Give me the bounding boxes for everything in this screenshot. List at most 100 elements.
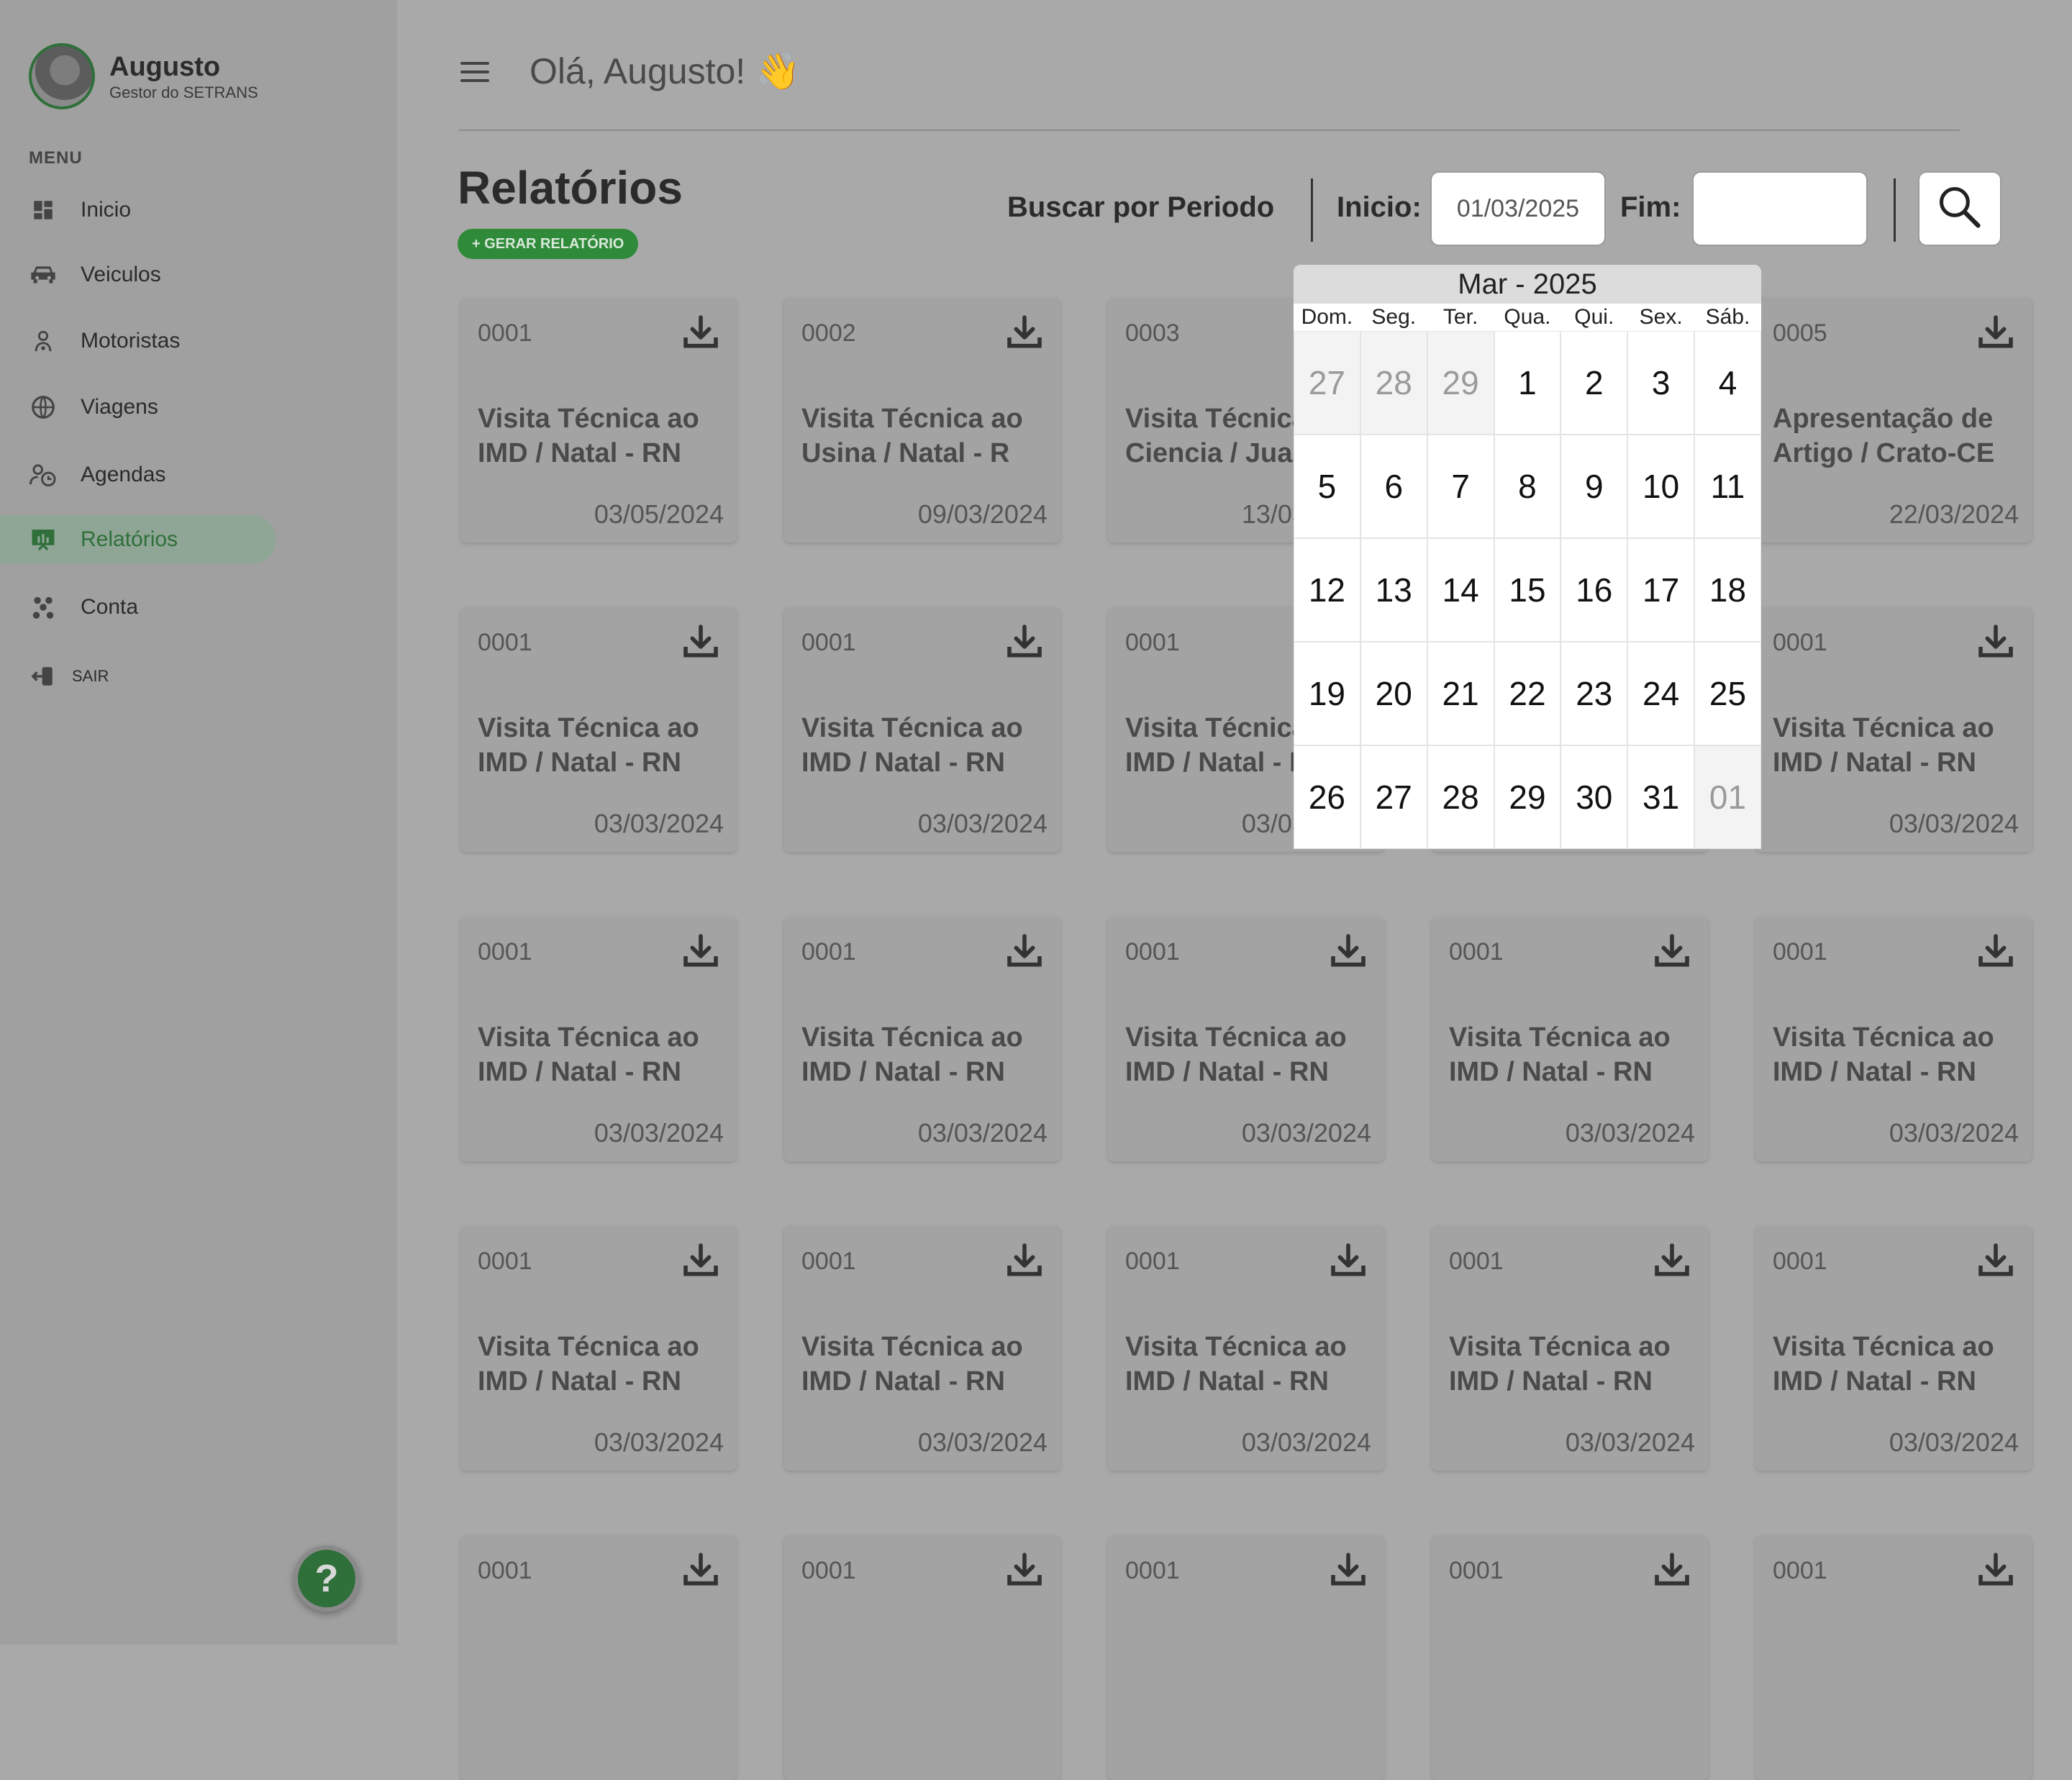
report-card[interactable]: 0001: [1755, 1535, 2032, 1780]
download-icon[interactable]: [1976, 1240, 2016, 1281]
nav-item-inicio[interactable]: Inicio: [0, 186, 276, 235]
report-card[interactable]: 0001 Visita Técnica ao IMD / Natal - RN 03…: [1108, 917, 1384, 1161]
download-icon[interactable]: [1976, 931, 2016, 971]
generate-report-button[interactable]: + GERAR RELATÓRIO: [458, 229, 639, 259]
report-card[interactable]: 0002 Visita Técnica ao Usina / Natal - R 0…: [784, 298, 1060, 542]
report-card[interactable]: 0001: [460, 1535, 737, 1780]
report-card[interactable]: 0001: [1432, 1535, 1708, 1780]
download-icon[interactable]: [1004, 1240, 1045, 1281]
download-icon[interactable]: [1976, 622, 2016, 662]
report-code: 0001: [1773, 1557, 1827, 1584]
calendar-day[interactable]: 21: [1427, 642, 1494, 745]
calendar-day[interactable]: 26: [1294, 745, 1360, 849]
download-icon[interactable]: [681, 1240, 721, 1281]
report-card[interactable]: 0001 Visita Técnica ao IMD / Natal - RN 03…: [784, 1226, 1060, 1471]
download-icon[interactable]: [681, 312, 721, 353]
download-icon[interactable]: [1004, 312, 1045, 353]
report-card[interactable]: 0005 Apresentação de Artigo / Crato-CE 22/…: [1755, 298, 2032, 542]
download-icon[interactable]: [1652, 1550, 1692, 1590]
report-code: 0003: [1125, 319, 1180, 347]
calendar-day[interactable]: 28: [1360, 331, 1427, 435]
calendar-day[interactable]: 29: [1494, 745, 1561, 849]
calendar-day[interactable]: 17: [1627, 538, 1695, 642]
nav-item-sair[interactable]: SAIR: [0, 652, 276, 701]
download-icon[interactable]: [681, 622, 721, 662]
calendar-day[interactable]: 10: [1627, 435, 1695, 538]
calendar-day[interactable]: 15: [1494, 538, 1561, 642]
calendar-day[interactable]: 22: [1494, 642, 1561, 745]
user-name: Augusto: [109, 52, 221, 82]
download-icon[interactable]: [1976, 312, 2016, 353]
calendar-day[interactable]: 28: [1427, 745, 1494, 849]
calendar-day[interactable]: 30: [1560, 745, 1628, 849]
nav-item-agendas[interactable]: Agendas: [0, 450, 276, 499]
calendar-day[interactable]: 13: [1360, 538, 1427, 642]
calendar-day[interactable]: 5: [1294, 435, 1360, 538]
report-card[interactable]: 0001 Visita Técnica ao IMD / Natal - RN 03…: [1755, 1226, 2032, 1471]
download-icon[interactable]: [681, 931, 721, 971]
download-icon[interactable]: [1004, 1550, 1045, 1590]
avatar[interactable]: [29, 43, 95, 109]
calendar-day[interactable]: 3: [1627, 331, 1695, 435]
report-card[interactable]: 0001 Visita Técnica ao IMD / Natal - RN 03…: [784, 607, 1060, 852]
calendar-day[interactable]: 31: [1627, 745, 1695, 849]
nav-item-viagens[interactable]: Viagens: [0, 383, 276, 432]
calendar-day[interactable]: 2: [1560, 331, 1628, 435]
report-card[interactable]: 0001 Visita Técnica ao IMD / Natal - RN 03…: [1108, 1226, 1384, 1471]
download-icon[interactable]: [1652, 931, 1692, 971]
calendar-day[interactable]: 01: [1694, 745, 1761, 849]
nav-item-conta[interactable]: Conta: [0, 583, 276, 632]
report-card[interactable]: 0001 Visita Técnica ao IMD / Natal - RN 03…: [1432, 917, 1708, 1161]
download-icon[interactable]: [1976, 1550, 2016, 1590]
end-date-input[interactable]: [1692, 171, 1868, 246]
calendar-day[interactable]: 23: [1560, 642, 1628, 745]
report-card[interactable]: 0001 Visita Técnica ao IMD / Natal - RN 03…: [1755, 917, 2032, 1161]
report-card[interactable]: 0001: [1108, 1535, 1384, 1780]
nav-item-motoristas[interactable]: Motoristas: [0, 317, 276, 365]
download-icon[interactable]: [1652, 1240, 1692, 1281]
calendar-day[interactable]: 29: [1427, 331, 1494, 435]
download-icon[interactable]: [1328, 1550, 1368, 1590]
calendar-day[interactable]: 18: [1694, 538, 1761, 642]
calendar-weekday: Qua.: [1504, 305, 1551, 329]
calendar-day[interactable]: 25: [1694, 642, 1761, 745]
calendar-day[interactable]: 16: [1560, 538, 1628, 642]
calendar-day[interactable]: 7: [1427, 435, 1494, 538]
report-title: Visita Técnica ao IMD / Natal - RN: [1125, 1332, 1347, 1397]
report-card[interactable]: 0001 Visita Técnica ao IMD / Natal - RN 03…: [784, 917, 1060, 1161]
calendar-day[interactable]: 12: [1294, 538, 1360, 642]
calendar-day[interactable]: 6: [1360, 435, 1427, 538]
report-code: 0001: [801, 938, 856, 966]
report-card[interactable]: 0001 Visita Técnica ao IMD / Natal - RN 03…: [460, 607, 737, 852]
search-button[interactable]: [1918, 171, 2001, 246]
start-date-input[interactable]: [1430, 171, 1606, 246]
calendar-day[interactable]: 8: [1494, 435, 1561, 538]
calendar-day[interactable]: 4: [1694, 331, 1761, 435]
report-card[interactable]: 0001 Visita Técnica ao IMD / Natal - RN 03…: [1432, 1226, 1708, 1471]
calendar-day[interactable]: 19: [1294, 642, 1360, 745]
date-picker-calendar[interactable]: Mar - 2025 Dom. Seg. Ter. Qua. Qui. Sex. Sáb. …: [1294, 265, 1761, 849]
report-card[interactable]: 0001 Visita Técnica ao IMD / Natal - RN 03…: [460, 298, 737, 542]
report-card[interactable]: 0001 Visita Técnica ao IMD / Natal - RN 03…: [460, 1226, 737, 1471]
calendar-day[interactable]: 1: [1494, 331, 1561, 435]
calendar-day[interactable]: 20: [1360, 642, 1427, 745]
report-card[interactable]: 0001 Visita Técnica ao IMD / Natal - RN 03…: [1755, 607, 2032, 852]
download-icon[interactable]: [1004, 622, 1045, 662]
help-button[interactable]: ?: [294, 1545, 360, 1612]
nav-item-veiculos[interactable]: Veiculos: [0, 250, 276, 299]
download-icon[interactable]: [1004, 931, 1045, 971]
hamburger-menu-icon[interactable]: [460, 62, 489, 83]
calendar-day[interactable]: 14: [1427, 538, 1494, 642]
report-card[interactable]: 0001: [784, 1535, 1060, 1780]
calendar-day[interactable]: 9: [1560, 435, 1628, 538]
download-icon[interactable]: [1328, 1240, 1368, 1281]
calendar-day[interactable]: 11: [1694, 435, 1761, 538]
download-icon[interactable]: [1328, 931, 1368, 971]
calendar-day[interactable]: 24: [1627, 642, 1695, 745]
calendar-day[interactable]: 27: [1294, 331, 1360, 435]
download-icon[interactable]: [681, 1550, 721, 1590]
report-card[interactable]: 0001 Visita Técnica ao IMD / Natal - RN 03…: [460, 917, 737, 1161]
calendar-day[interactable]: 27: [1360, 745, 1427, 849]
globe-icon: [29, 393, 58, 422]
nav-item-relatorios[interactable]: Relatórios: [0, 515, 276, 564]
